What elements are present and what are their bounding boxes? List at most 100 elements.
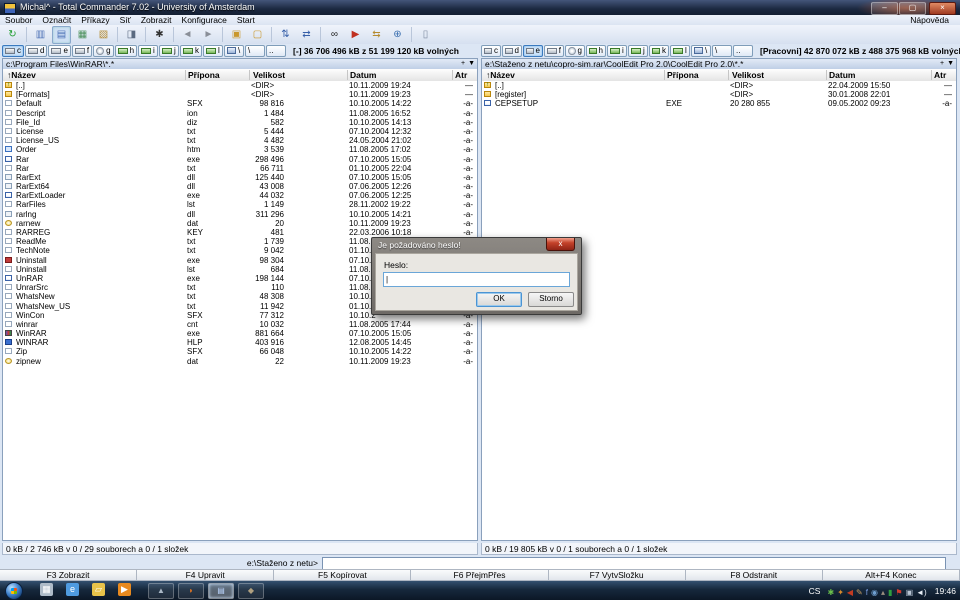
drive-button-h[interactable]: h — [115, 45, 137, 57]
close-button[interactable]: × — [929, 2, 956, 15]
forward-icon[interactable]: ► — [199, 26, 218, 44]
menu-item-start[interactable]: Start — [232, 15, 260, 25]
file-row[interactable]: Rarexe298 49607.10.2005 15:05-a- — [3, 155, 477, 164]
path-bar-right[interactable]: e:\Staženo z netu\copro-sim.rar\CoolEdit… — [482, 59, 956, 69]
root-dir-button[interactable]: \ — [712, 45, 732, 57]
file-row[interactable]: RarExtLoaderexe44 03207.06.2005 12:25-a- — [3, 191, 477, 200]
file-row[interactable]: CEPSETUPEXE20 280 85509.05.2002 09:23-a- — [482, 99, 956, 108]
menu-item-napoveda[interactable]: Nápověda — [905, 15, 954, 25]
dialog-close-button[interactable]: x — [546, 238, 575, 251]
column-size[interactable]: Velikost — [732, 69, 764, 81]
app-button[interactable]: ▲ — [148, 583, 174, 599]
explorer-folder-icon[interactable]: ▱ — [92, 583, 105, 596]
tray-icon[interactable]: ⚑ — [895, 588, 902, 597]
sync-dirs-icon[interactable]: ⇆ — [367, 26, 386, 44]
tray-icon[interactable]: ✦ — [837, 588, 844, 597]
history-button[interactable]: ▼ — [947, 60, 954, 67]
fkey-alt-f4[interactable]: Alt+F4 Konec — [822, 569, 960, 581]
menu-item-síť[interactable]: Síť — [115, 15, 136, 25]
menu-item-příkazy[interactable]: Příkazy — [76, 15, 114, 25]
drive-button-c[interactable]: c — [2, 45, 24, 57]
file-row[interactable]: File_Iddiz58210.10.2005 14:13-a- — [3, 118, 477, 127]
column-ext[interactable]: Přípona — [667, 69, 699, 81]
add-tab-button[interactable]: + — [940, 60, 944, 67]
menu-item-zobrazit[interactable]: Zobrazit — [136, 15, 177, 25]
file-row[interactable]: RarFileslst1 14928.11.2002 19:22-a- — [3, 200, 477, 209]
drive-button-i[interactable]: i — [138, 45, 158, 57]
tray-icon[interactable]: ▴ — [881, 588, 885, 597]
directory-history-icon[interactable]: ✱ — [150, 26, 169, 44]
file-row[interactable]: Orderhtm3 53911.08.2005 17:02-a- — [3, 145, 477, 154]
drive-button-g[interactable]: g — [93, 45, 113, 57]
column-name[interactable]: ↑Název — [7, 69, 36, 81]
file-row[interactable]: zipnewdat2210.11.2009 19:23-a- — [3, 357, 477, 366]
drive-button-g[interactable]: g — [565, 45, 585, 57]
media-player-icon[interactable]: ▶ — [118, 583, 131, 596]
back-icon[interactable]: ◄ — [178, 26, 197, 44]
total-commander-button[interactable]: ▤ — [208, 583, 234, 599]
file-row[interactable]: rarlngdll311 29610.10.2005 14:21-a- — [3, 210, 477, 219]
drive-button-d[interactable]: d — [502, 45, 522, 57]
firefox-button[interactable]: ◗ — [178, 583, 204, 599]
menu-item-konfigurace[interactable]: Konfigurace — [177, 15, 232, 25]
find-files-icon[interactable]: ∞ — [325, 26, 344, 44]
path-bar-left[interactable]: c:\Program Files\WinRAR\*.* +▼ — [3, 59, 477, 69]
drive-button-f[interactable]: f — [72, 45, 92, 57]
file-row[interactable]: Description1 48411.08.2005 16:52-a- — [3, 109, 477, 118]
quick-view-icon[interactable]: ◨ — [122, 26, 141, 44]
parent-dir-button[interactable]: .. — [733, 45, 753, 57]
ok-button[interactable]: OK — [476, 292, 522, 307]
file-row[interactable]: License_UStxt4 48224.05.2004 21:02-a- — [3, 136, 477, 145]
tray-icon[interactable]: ◉ — [871, 588, 878, 597]
file-row[interactable]: rarnewdat2010.11.2009 19:23-a- — [3, 219, 477, 228]
file-row[interactable]: winrarcnt10 03211.08.2005 17:44-a- — [3, 320, 477, 329]
drive-button-j[interactable]: j — [628, 45, 648, 57]
menu-item-soubor[interactable]: Soubor — [0, 15, 37, 25]
app-button[interactable]: ◆ — [238, 583, 264, 599]
add-tab-button[interactable]: + — [461, 60, 465, 67]
column-ext[interactable]: Přípona — [188, 69, 220, 81]
history-button[interactable]: ▼ — [468, 60, 475, 67]
drive-button-k[interactable]: k — [180, 45, 202, 57]
file-row[interactable]: [..]<DIR>10.11.2009 19:24— — [3, 81, 477, 90]
tray-icon[interactable]: ✱ — [827, 588, 834, 597]
root-dir-button[interactable]: \ — [245, 45, 265, 57]
file-row[interactable]: ZipSFX66 04810.10.2005 14:22-a- — [3, 347, 477, 356]
drive-button-l[interactable]: l — [203, 45, 223, 57]
network-browse-button[interactable]: \ — [691, 45, 711, 57]
drive-button-i[interactable]: i — [607, 45, 627, 57]
tray-icon[interactable]: ✎ — [856, 588, 863, 597]
clock[interactable]: 19:46 — [935, 586, 956, 596]
fkey-f3[interactable]: F3 Zobrazit — [0, 569, 137, 581]
menu-item-označit[interactable]: Označit — [37, 15, 76, 25]
password-input[interactable]: | — [383, 272, 570, 287]
tray-icon[interactable]: ▣ — [906, 588, 914, 597]
drive-button-j[interactable]: j — [159, 45, 179, 57]
internet-explorer-icon[interactable]: e — [66, 583, 79, 596]
refresh-icon[interactable]: ↻ — [3, 26, 22, 44]
parent-dir-button[interactable]: .. — [266, 45, 286, 57]
column-date[interactable]: Datum — [829, 69, 855, 81]
fkey-f5[interactable]: F5 Kopírovat — [273, 569, 411, 581]
drive-button-c[interactable]: c — [481, 45, 501, 57]
file-row[interactable]: RARREGKEY48122.03.2006 10:18-a- — [3, 228, 477, 237]
full-view-icon[interactable]: ▤ — [52, 26, 71, 44]
fkey-f6[interactable]: F6 PřejmPřes — [410, 569, 548, 581]
calculator-icon[interactable]: ▦ — [40, 583, 53, 596]
unpack-files-icon[interactable]: ▢ — [248, 26, 267, 44]
tray-icon[interactable]: ◀ — [847, 588, 853, 597]
column-name[interactable]: ↑Název — [486, 69, 515, 81]
column-attr[interactable]: Atr — [934, 69, 946, 81]
network-browse-button[interactable]: \ — [224, 45, 244, 57]
drive-button-d[interactable]: d — [25, 45, 47, 57]
tree-view-icon[interactable]: ▧ — [94, 26, 113, 44]
column-attr[interactable]: Atr — [455, 69, 467, 81]
start-button[interactable] — [5, 582, 23, 600]
file-row[interactable]: RarExt64dll43 00807.06.2005 12:26-a- — [3, 182, 477, 191]
tray-icon[interactable]: f — [866, 588, 868, 597]
ftp-connect-icon[interactable]: ⇅ — [276, 26, 295, 44]
fkey-f8[interactable]: F8 Odstranit — [685, 569, 823, 581]
file-row[interactable]: [register]<DIR>30.01.2008 22:01— — [482, 90, 956, 99]
file-row[interactable]: DefaultSFX98 81610.10.2005 14:22-a- — [3, 99, 477, 108]
file-row[interactable]: Rartxt66 71101.10.2005 22:04-a- — [3, 164, 477, 173]
